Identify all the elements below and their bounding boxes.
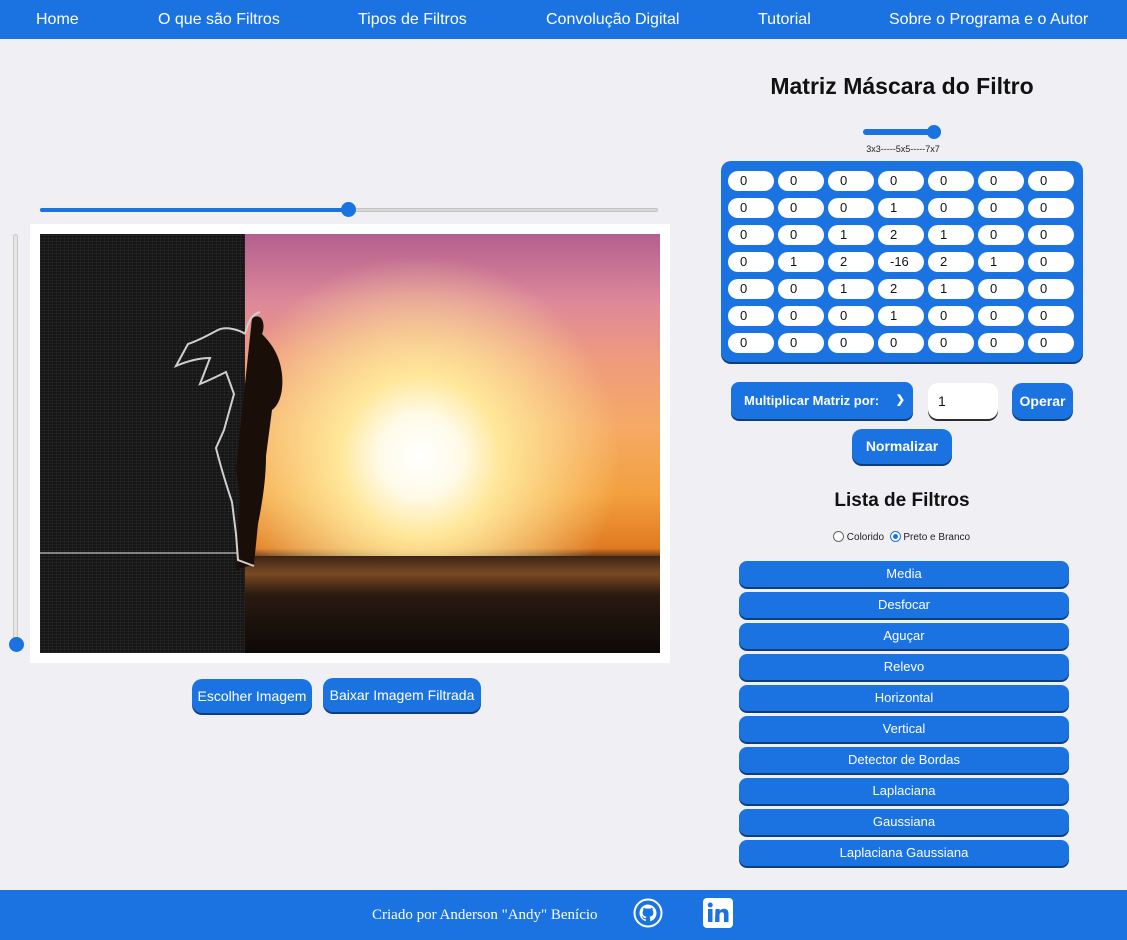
operate-button[interactable]: Operar — [1012, 383, 1073, 419]
filter-button[interactable]: Gaussiana — [739, 809, 1069, 835]
radio-color-label: Colorido — [846, 532, 885, 543]
matrix-cell-input[interactable]: 0 — [828, 171, 874, 191]
choose-image-button[interactable]: Escolher Imagem — [192, 679, 312, 713]
matrix-cell-input[interactable]: 0 — [778, 225, 824, 245]
matrix-cell-input[interactable]: 0 — [1028, 171, 1074, 191]
matrix-cell-input[interactable]: 1 — [828, 225, 874, 245]
matrix-cell-input[interactable]: 2 — [878, 279, 924, 299]
matrix-cell-input[interactable]: 0 — [778, 333, 824, 353]
matrix-cell-input[interactable]: 0 — [928, 171, 974, 191]
nav-home[interactable]: Home — [36, 0, 79, 39]
filter-button[interactable]: Laplaciana Gaussiana — [739, 840, 1069, 866]
color-mode-options: Colorido Preto e Branco — [833, 531, 970, 547]
matrix-size-thumb[interactable] — [927, 125, 941, 139]
matrix-cell-input[interactable]: 0 — [1028, 279, 1074, 299]
top-nav: Home O que são Filtros Tipos de Filtros … — [0, 0, 1127, 39]
matrix-cell-input[interactable]: 0 — [1028, 198, 1074, 218]
matrix-cell-input[interactable]: 0 — [728, 306, 774, 326]
vertical-slider-thumb[interactable] — [9, 637, 24, 652]
normalize-button[interactable]: Normalizar — [852, 429, 952, 464]
filter-button[interactable]: Horizontal — [739, 685, 1069, 711]
split-slider-fill — [40, 208, 349, 212]
vertical-slider-track — [13, 234, 18, 646]
filter-button[interactable]: Desfocar — [739, 592, 1069, 618]
vertical-slider[interactable] — [9, 234, 24, 652]
operation-value-input[interactable]: 1 — [928, 383, 998, 419]
nav-tutorial[interactable]: Tutorial — [758, 0, 811, 39]
matrix-cell-input[interactable]: 0 — [928, 198, 974, 218]
matrix-cell-input[interactable]: 1 — [878, 198, 924, 218]
matrix-cell-input[interactable]: 0 — [878, 333, 924, 353]
matrix-cell-input[interactable]: 2 — [828, 252, 874, 272]
mask-matrix: 0 0 0 0 0 0 0 0 0 0 1 0 0 0 0 0 1 2 1 0 0 0 1 2 -16 2 1 0 0 0 1 2 1 0 0 0 0 0… — [721, 161, 1083, 362]
matrix-cell-input[interactable]: 0 — [728, 171, 774, 191]
operation-select-value: Multiplicar Matriz por: — [744, 393, 880, 408]
matrix-cell-input[interactable]: 0 — [928, 333, 974, 353]
filter-list-title: Lista de Filtros — [834, 490, 970, 511]
matrix-cell-input[interactable]: 1 — [928, 225, 974, 245]
filter-button[interactable]: Relevo — [739, 654, 1069, 680]
matrix-cell-input[interactable]: 0 — [728, 252, 774, 272]
matrix-cell-input[interactable]: 0 — [978, 333, 1024, 353]
nav-about[interactable]: Sobre o Programa e o Autor — [889, 0, 1088, 39]
radio-black-white-label: Preto e Branco — [903, 532, 971, 543]
nav-digital-convolution[interactable]: Convolução Digital — [546, 0, 679, 39]
github-icon[interactable] — [633, 898, 663, 928]
matrix-cell-input[interactable]: 1 — [878, 306, 924, 326]
mask-title: Matriz Máscara do Filtro — [770, 73, 1034, 99]
matrix-cell-input[interactable]: -16 — [878, 252, 924, 272]
matrix-cell-input[interactable]: 0 — [1028, 225, 1074, 245]
filter-button[interactable]: Aguçar — [739, 623, 1069, 649]
matrix-cell-input[interactable]: 0 — [978, 279, 1024, 299]
matrix-size-slider[interactable] — [863, 125, 941, 139]
matrix-cell-input[interactable]: 1 — [928, 279, 974, 299]
chevron-down-icon: ❯ — [895, 394, 905, 406]
matrix-cell-input[interactable]: 0 — [978, 198, 1024, 218]
matrix-cell-input[interactable]: 1 — [978, 252, 1024, 272]
matrix-cell-input[interactable]: 0 — [728, 333, 774, 353]
radio-black-white[interactable] — [889, 531, 901, 542]
matrix-cell-input[interactable]: 0 — [728, 198, 774, 218]
matrix-cell-input[interactable]: 0 — [828, 333, 874, 353]
split-slider[interactable] — [40, 202, 658, 217]
matrix-cell-input[interactable]: 0 — [828, 306, 874, 326]
nav-what-are-filters[interactable]: O que são Filtros — [158, 0, 280, 39]
matrix-cell-input[interactable]: 0 — [778, 171, 824, 191]
footer: Criado por Anderson "Andy" Benício — [0, 890, 1127, 940]
matrix-cell-input[interactable]: 0 — [778, 279, 824, 299]
linkedin-icon[interactable] — [703, 898, 733, 928]
matrix-cell-input[interactable]: 0 — [778, 198, 824, 218]
operation-select[interactable]: Multiplicar Matriz por: ❯ — [731, 382, 913, 419]
filter-button[interactable]: Laplaciana — [739, 778, 1069, 804]
matrix-cell-input[interactable]: 0 — [1028, 252, 1074, 272]
matrix-cell-input[interactable]: 0 — [828, 198, 874, 218]
matrix-cell-input[interactable]: 0 — [978, 171, 1024, 191]
filter-button[interactable]: Media — [739, 561, 1069, 587]
split-slider-thumb[interactable] — [341, 202, 356, 217]
matrix-cell-input[interactable]: 1 — [778, 252, 824, 272]
footer-credit: Criado por Anderson "Andy" Benício — [372, 907, 598, 923]
filter-button[interactable]: Vertical — [739, 716, 1069, 742]
matrix-cell-input[interactable]: 2 — [878, 225, 924, 245]
matrix-cell-input[interactable]: 0 — [728, 279, 774, 299]
matrix-cell-input[interactable]: 0 — [778, 306, 824, 326]
matrix-cell-input[interactable]: 0 — [978, 225, 1024, 245]
matrix-size-scale-label: 3x3-----5x5-----7x7 — [866, 144, 940, 154]
matrix-cell-input[interactable]: 0 — [1028, 306, 1074, 326]
matrix-cell-input[interactable]: 0 — [1028, 333, 1074, 353]
radio-color[interactable] — [833, 531, 844, 542]
matrix-cell-input[interactable]: 0 — [878, 171, 924, 191]
matrix-cell-input[interactable]: 2 — [928, 252, 974, 272]
preview-image — [40, 234, 660, 653]
matrix-cell-input[interactable]: 0 — [978, 306, 1024, 326]
download-image-button[interactable]: Baixar Imagem Filtrada — [323, 678, 481, 712]
filter-button[interactable]: Detector de Bordas — [739, 747, 1069, 773]
matrix-cell-input[interactable]: 0 — [728, 225, 774, 245]
matrix-cell-input[interactable]: 0 — [928, 306, 974, 326]
nav-filter-types[interactable]: Tipos de Filtros — [358, 0, 467, 39]
silhouette-figure — [173, 311, 283, 570]
matrix-cell-input[interactable]: 1 — [828, 279, 874, 299]
